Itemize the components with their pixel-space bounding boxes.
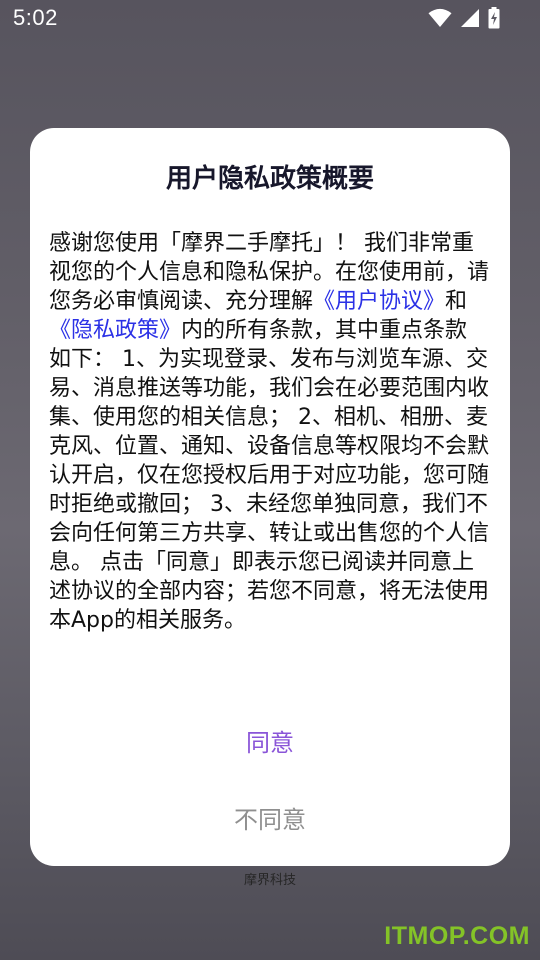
watermark: ITMOP.COM bbox=[384, 922, 530, 950]
status-icons bbox=[428, 7, 500, 29]
battery-charging-icon bbox=[488, 7, 500, 29]
wifi-icon bbox=[428, 8, 452, 28]
user-agreement-link[interactable]: 《用户协议》 bbox=[313, 289, 445, 314]
body-and-text: 和 bbox=[445, 289, 468, 314]
status-bar: 5:02 bbox=[0, 0, 540, 38]
agree-button[interactable]: 同意 bbox=[30, 712, 510, 768]
dialog-title: 用户隐私政策概要 bbox=[165, 164, 374, 194]
privacy-policy-link[interactable]: 《隐私政策》 bbox=[49, 318, 181, 343]
dialog-body: 感谢您使用「摩界二手摩托」！ 我们非常重视您的个人信息和隐私保护。在您使用前，请… bbox=[49, 229, 489, 635]
cellular-signal-icon bbox=[460, 8, 480, 28]
company-label: 摩界科技 bbox=[243, 873, 296, 888]
disagree-button[interactable]: 不同意 bbox=[30, 789, 510, 845]
body-rest-text: 内的所有条款，其中重点条款如下： 1、为实现登录、发布与浏览车源、交易、消息推送… bbox=[49, 318, 490, 633]
status-time: 5:02 bbox=[13, 5, 58, 30]
